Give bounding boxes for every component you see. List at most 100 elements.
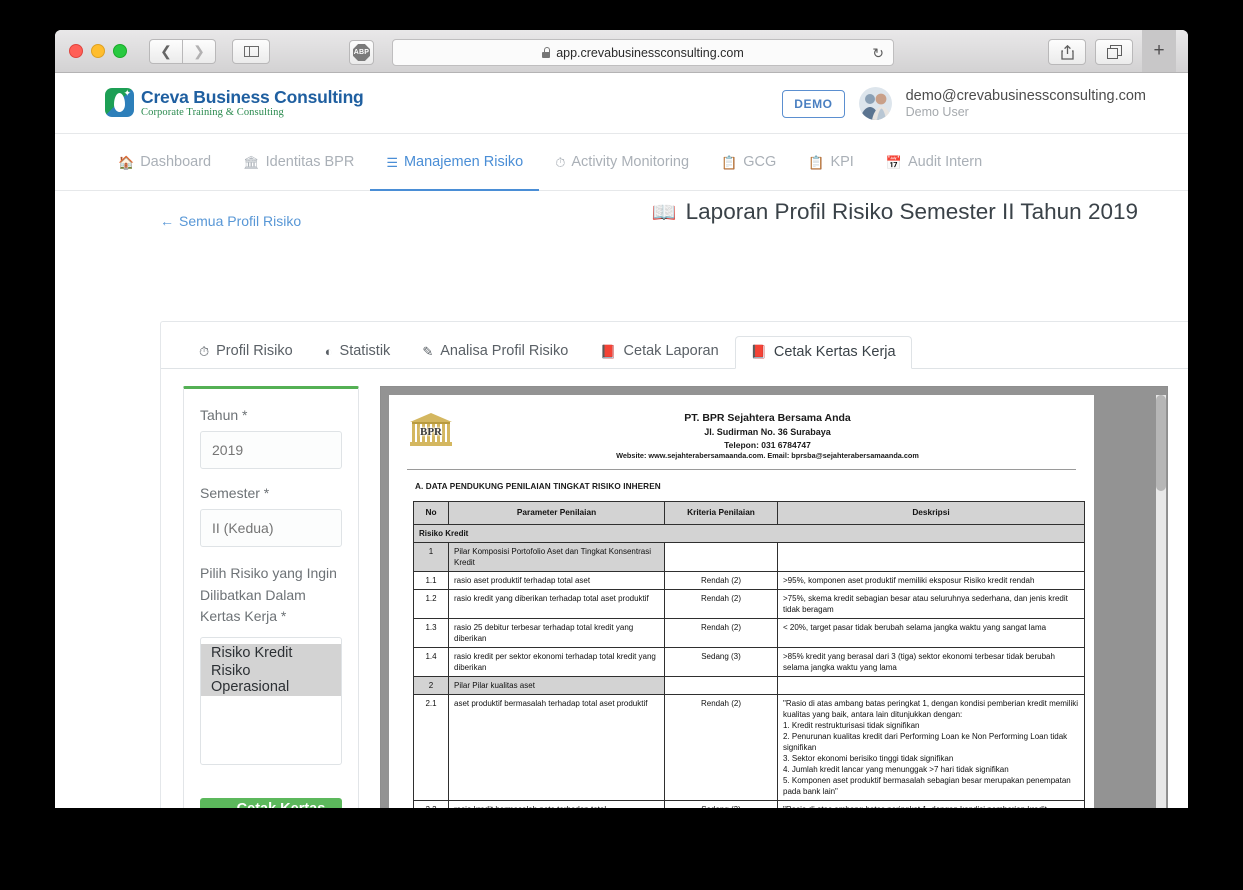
risk-parameter-table: No Parameter Penilaian Kriteria Penilaia…	[413, 501, 1085, 808]
list-item[interactable]: Risiko Kredit	[201, 644, 341, 663]
cell-kriteria: Sedang (3)	[664, 646, 778, 677]
tab-cetak-kertas-kerja[interactable]: 📕 Cetak Kertas Kerja	[734, 336, 912, 369]
nav-label: Activity Monitoring	[571, 154, 690, 170]
cell-deskripsi: >85% kredit yang berasal dari 3 (tiga) s…	[777, 646, 1085, 677]
cell-deskripsi	[777, 541, 1085, 572]
company-address: Jl. Sudirman No. 36 Surabaya	[704, 426, 831, 437]
forward-icon[interactable]: ❯	[183, 38, 216, 64]
company-phone: Telepon: 031 6784747	[724, 439, 811, 450]
cell-parameter: rasio kredit per sektor ekonomi terhadap…	[448, 646, 665, 677]
cell-parameter: rasio 25 debitur terbesar terhadap total…	[448, 617, 665, 648]
col-kriteria: Kriteria Penilaian	[664, 501, 778, 525]
tab-label: Cetak Laporan	[623, 343, 719, 359]
share-icon[interactable]	[1048, 39, 1086, 65]
table-row: 1.1 rasio aset produktif terhadap total …	[413, 570, 1085, 590]
browser-toolbar: ❮ ❯ ABP app.crevabusinessconsulting.com …	[55, 30, 1188, 73]
cell-deskripsi: >95%, komponen aset produktif memiliki e…	[777, 570, 1085, 590]
nav-item-dashboard[interactable]: 🏠 Dashboard	[102, 134, 227, 190]
preview-scrollbar[interactable]	[1156, 395, 1166, 808]
cell-parameter: Pilar Komposisi Portofolio Aset dan Ting…	[448, 541, 665, 572]
table-row: 2.2 rasio kredit bermasalah neto terhada…	[413, 800, 1085, 808]
preview-scrollbar-thumb[interactable]	[1156, 395, 1166, 491]
user-email: demo@crevabusinessconsulting.com	[905, 88, 1146, 104]
gauge-icon: ⏱	[555, 154, 566, 170]
cell-no: 2	[413, 675, 449, 695]
cell-parameter: rasio kredit yang diberikan terhadap tot…	[448, 588, 665, 619]
minimize-window-button[interactable]	[91, 44, 105, 58]
secure-lock-icon	[542, 47, 551, 58]
list-item[interactable]: Risiko Operasional	[201, 662, 341, 697]
app-header: ✦ Creva Business Consulting Corporate Tr…	[55, 73, 1188, 134]
cell-deskripsi: "Rasio di atas ambang batas peringkat 1,…	[777, 693, 1085, 802]
sidebar-toggle-icon[interactable]	[232, 38, 270, 64]
adblock-badge-label: ABP	[353, 44, 370, 61]
page-title-text: Laporan Profil Risiko Semester II Tahun …	[685, 199, 1138, 224]
document-section-title: A. DATA PENDUKUNG PENILAIAN TINGKAT RISI…	[415, 482, 661, 492]
clipboard-list-icon: 📋	[808, 154, 825, 170]
cell-deskripsi: "Rasio di atas ambang batas peringkat 1,…	[777, 800, 1085, 808]
document-page: BPR PT. BPR Sejahtera Bersama Anda Jl. S…	[389, 395, 1094, 808]
show-tabs-icon[interactable]	[1095, 39, 1133, 65]
nav-label: Audit Intern	[908, 154, 983, 170]
tab-profil-risiko[interactable]: ⏱ Profil Risiko	[183, 336, 309, 368]
demo-badge[interactable]: DEMO	[782, 89, 845, 118]
close-window-button[interactable]	[69, 44, 83, 58]
table-header-row: No Parameter Penilaian Kriteria Penilaia…	[413, 501, 1085, 525]
nav-item-audit-intern[interactable]: 📅 Audit Intern	[870, 134, 998, 190]
nav-item-manajemen-risiko[interactable]: ☰ Manajemen Risiko	[370, 134, 540, 191]
list-task-icon: ☰	[386, 154, 398, 170]
header-user-area: DEMO demo@crevabusinessconsulting.com De…	[782, 87, 1146, 121]
dashboard-icon: ⏱	[199, 343, 210, 359]
back-to-all-risk-profiles-link[interactable]: ← Semua Profil Risiko	[160, 213, 301, 229]
tab-cetak-laporan[interactable]: 📕 Cetak Laporan	[584, 336, 734, 368]
bpr-logo-icon: BPR	[405, 409, 457, 449]
tab-analisa-profil-risiko[interactable]: ✎ Analisa Profil Risiko	[406, 336, 584, 368]
risiko-multiselect[interactable]: Risiko Kredit Risiko Operasional	[200, 637, 342, 766]
cell-no: 2.1	[413, 693, 449, 802]
brand-tagline: Corporate Training & Consulting	[141, 106, 284, 118]
cell-parameter: aset produktif bermasalah terhadap total…	[448, 693, 665, 802]
nav-item-identitas-bpr[interactable]: 🏛 Identitas BPR	[227, 134, 370, 190]
tahun-input[interactable]	[200, 431, 342, 469]
nav-item-activity-monitoring[interactable]: ⏱ Activity Monitoring	[539, 134, 705, 190]
tab-statistik[interactable]: ◐ Statistik	[309, 336, 407, 368]
nav-item-kpi[interactable]: 📋 KPI	[792, 134, 870, 190]
new-tab-button[interactable]: +	[1142, 30, 1176, 72]
reload-icon[interactable]: ↻	[872, 45, 884, 62]
cell-no: 1.2	[413, 588, 449, 619]
letterhead-divider	[407, 469, 1076, 471]
table-row: 1 Pilar Komposisi Portofolio Aset dan Ti…	[413, 541, 1085, 572]
browser-window: ❮ ❯ ABP app.crevabusinessconsulting.com …	[55, 30, 1188, 808]
cell-kriteria: Rendah (2)	[664, 617, 778, 648]
avatar[interactable]	[858, 87, 892, 121]
cell-kriteria: Sedang (3)	[664, 800, 778, 808]
arrow-left-icon: ←	[160, 213, 174, 229]
creva-logo-icon: ✦	[105, 88, 134, 118]
pencil-icon: ✎	[422, 343, 434, 359]
cell-parameter: Pilar Pilar kualitas aset	[448, 675, 665, 695]
main-navigation: 🏠 Dashboard 🏛 Identitas BPR ☰ Manajemen …	[55, 134, 1188, 191]
brand-logo[interactable]: ✦ Creva Business Consulting Corporate Tr…	[105, 88, 364, 118]
cell-kriteria	[664, 675, 778, 695]
bpr-logo-text: BPR	[420, 426, 442, 438]
document-preview-viewer[interactable]: BPR PT. BPR Sejahtera Bersama Anda Jl. S…	[380, 386, 1168, 808]
page-title: 📖 Laporan Profil Risiko Semester II Tahu…	[652, 199, 1138, 225]
content-card: ⏱ Profil Risiko ◐ Statistik ✎ Analisa Pr…	[160, 321, 1188, 808]
cell-no: 2.2	[413, 800, 449, 808]
col-deskripsi: Deskripsi	[777, 501, 1085, 525]
back-icon[interactable]: ❮	[149, 38, 183, 64]
print-worksheet-button[interactable]: A Cetak Kertas Kerja	[200, 798, 342, 808]
maximize-window-button[interactable]	[113, 44, 127, 58]
cell-parameter: rasio kredit bermasalah neto terhadap to…	[448, 800, 665, 808]
address-bar[interactable]: app.crevabusinessconsulting.com ↻	[392, 39, 894, 66]
pie-chart-icon: ◐	[324, 343, 333, 359]
nav-label: KPI	[830, 154, 854, 170]
user-name: Demo User	[905, 105, 969, 120]
semester-input[interactable]	[200, 509, 342, 547]
nav-item-gcg[interactable]: 📋 GCG	[705, 134, 792, 190]
nav-label: GCG	[743, 154, 777, 170]
adblock-extension-icon[interactable]: ABP	[349, 40, 374, 65]
card-body: Tahun * Semester * Pilih Risiko yang Ing…	[161, 369, 1188, 808]
cell-no: 1.4	[413, 646, 449, 677]
calendar-check-icon: 📅	[885, 154, 903, 170]
